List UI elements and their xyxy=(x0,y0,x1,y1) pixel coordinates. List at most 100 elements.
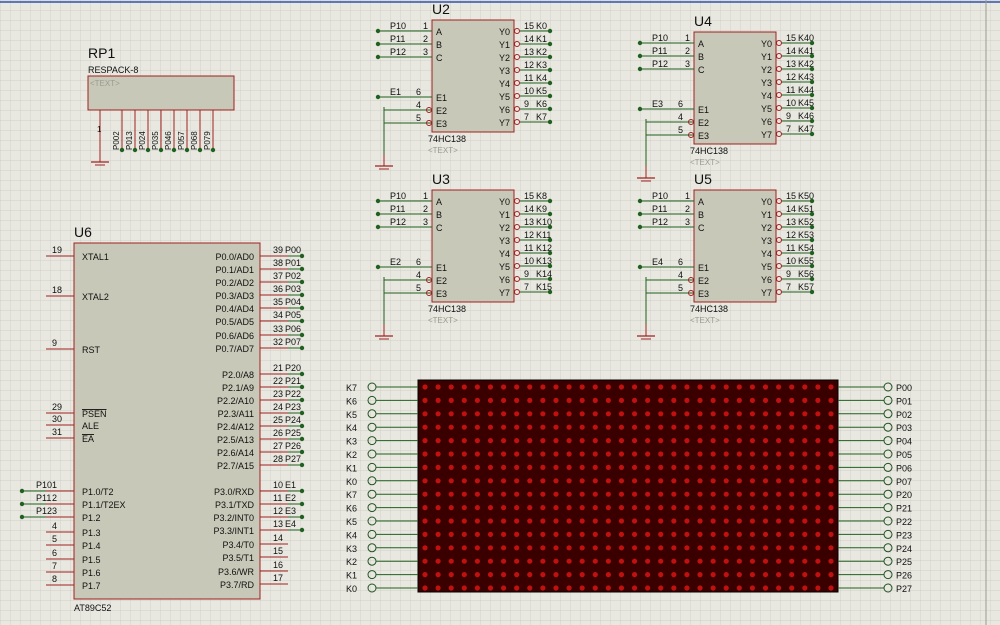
decoder-input-pin-num: 3 xyxy=(423,47,428,57)
led-dot xyxy=(553,518,559,524)
mcu-pin-num: 7 xyxy=(52,561,57,571)
mcu-pin-num: 15 xyxy=(273,546,283,556)
led-dot xyxy=(448,518,454,524)
rp1-pin-junction xyxy=(171,147,177,153)
led-dot xyxy=(815,545,821,551)
schematic-canvas[interactable]: RP1RESPACK-8<TEXT>1P002 P013 P024 P035 P046 P… xyxy=(0,0,1000,625)
led-dot xyxy=(697,572,703,578)
led-dot xyxy=(684,505,690,511)
decoder-output-junction xyxy=(809,131,815,137)
led-dot xyxy=(658,451,664,457)
led-dot xyxy=(645,451,651,457)
led-dot xyxy=(527,505,533,511)
led-dot xyxy=(749,424,756,430)
decoder-text-placeholder: <TEXT> xyxy=(690,316,720,325)
led-dot xyxy=(710,411,716,417)
decoder-output-pin-num: 11 xyxy=(786,243,795,253)
decoder-output-label: Y4 xyxy=(761,91,772,101)
led-dot xyxy=(684,558,690,564)
led-dot xyxy=(749,451,756,457)
led-dot xyxy=(527,464,533,470)
led-dot xyxy=(618,451,625,457)
mcu-pin-num: 25 xyxy=(273,415,283,425)
matrix-row-label-left: K3 xyxy=(346,437,357,447)
decoder-output-label: Y5 xyxy=(499,262,510,272)
led-dot xyxy=(618,585,625,591)
led-dot xyxy=(553,558,559,564)
led-dot xyxy=(605,531,611,538)
rp1-text-placeholder: <TEXT> xyxy=(90,79,120,88)
led-dot xyxy=(762,384,769,390)
led-dot xyxy=(828,424,834,430)
decoder-output-label: Y6 xyxy=(761,275,772,285)
matrix-row-label-right: P22 xyxy=(896,517,912,527)
led-dot xyxy=(618,397,625,403)
led-dot xyxy=(540,438,546,444)
mcu-pin-label: P1.7 xyxy=(82,581,101,591)
led-dot xyxy=(448,531,454,538)
mcu-pin-label: ALE xyxy=(82,421,99,431)
led-dot xyxy=(749,585,756,591)
led-dot xyxy=(474,478,480,484)
led-dot xyxy=(749,518,756,524)
led-matrix[interactable]: K7 K6 K5 K4 K3 K2 K1 K0 K7 K6 K5 K4 K3 K2 K1 K0 P00 P01 P0… xyxy=(346,379,912,594)
led-dot xyxy=(461,451,467,457)
led-dot xyxy=(448,558,454,564)
led-dot xyxy=(579,558,585,564)
decoder-input-net: P11 xyxy=(652,46,667,56)
led-dot xyxy=(592,411,598,417)
led-dot xyxy=(461,478,467,484)
led-dot xyxy=(645,518,651,524)
led-dot xyxy=(448,505,454,511)
mcu-net-label: P11 xyxy=(36,493,51,503)
led-dot xyxy=(487,531,494,538)
mcu-pin-num: 9 xyxy=(52,338,57,348)
led-dot xyxy=(553,451,559,457)
led-dot xyxy=(828,411,834,417)
mcu-pin-label: P3.1/TXD xyxy=(215,500,255,510)
led-dot xyxy=(789,411,795,417)
led-dot xyxy=(592,438,598,444)
led-dot xyxy=(828,384,834,390)
led-dot xyxy=(566,558,572,564)
mcu-pin-num: 8 xyxy=(52,574,57,584)
led-dot xyxy=(658,545,664,551)
decoder-output-pin-num: 9 xyxy=(524,99,529,109)
led-dot xyxy=(566,491,572,497)
led-dot xyxy=(789,464,795,470)
mcu-net-junction xyxy=(299,527,305,533)
led-dot xyxy=(487,438,494,444)
led-dot xyxy=(448,478,454,484)
mcu-pin-num: 34 xyxy=(273,310,283,320)
led-dot xyxy=(579,478,585,484)
led-dot xyxy=(592,464,598,470)
led-dot xyxy=(684,464,690,470)
led-dot xyxy=(671,451,677,457)
led-dot xyxy=(671,572,677,578)
matrix-row-label-right: P01 xyxy=(896,396,912,406)
led-dot xyxy=(500,411,507,417)
led-dot xyxy=(776,424,782,430)
mcu-net-label: P27 xyxy=(285,454,301,464)
led-dot xyxy=(618,518,625,524)
led-dot xyxy=(802,585,808,591)
led-dot xyxy=(605,411,611,417)
decoder-input-pin-num: 1 xyxy=(423,21,428,31)
led-dot xyxy=(749,558,756,564)
led-dot xyxy=(723,451,729,457)
led-dot xyxy=(618,438,625,444)
decoder-output-junction xyxy=(809,237,815,243)
decoder-input-net: P11 xyxy=(390,34,405,44)
led-dot xyxy=(671,478,677,484)
led-dot xyxy=(461,585,467,591)
decoder-enable-label: E3 xyxy=(698,289,709,299)
led-dot xyxy=(422,491,428,497)
mcu-net-label: P26 xyxy=(285,441,301,451)
led-dot xyxy=(422,451,428,457)
mcu-pin-num: 31 xyxy=(52,427,62,437)
led-dot xyxy=(658,411,664,417)
led-dot xyxy=(658,558,664,564)
led-dot xyxy=(500,505,507,511)
led-dot xyxy=(527,545,533,551)
led-dot xyxy=(527,438,533,444)
